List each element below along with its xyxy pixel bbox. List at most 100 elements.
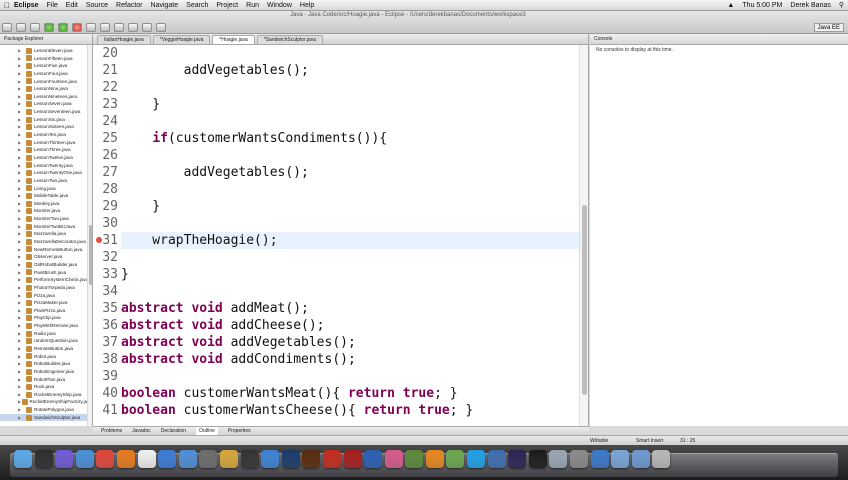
package-explorer-item[interactable]: ▶ Radio.java xyxy=(0,330,92,338)
expand-arrow-icon[interactable]: ▶ xyxy=(18,131,26,139)
package-explorer-item[interactable]: ▶ LessonThirteen.java xyxy=(0,139,92,147)
package-explorer-item[interactable]: ▶ LessonTen.java xyxy=(0,131,92,139)
package-explorer-item[interactable]: ▶ PaintBrush.java xyxy=(0,269,92,277)
expand-arrow-icon[interactable]: ▶ xyxy=(18,314,26,322)
terminal-icon[interactable] xyxy=(528,450,547,468)
keychain-icon[interactable] xyxy=(570,450,589,468)
expand-arrow-icon[interactable]: ▶ xyxy=(18,368,26,376)
expand-arrow-icon[interactable]: ▶ xyxy=(18,299,26,307)
eclipse-icon[interactable] xyxy=(508,450,527,468)
itunes-icon[interactable] xyxy=(158,450,177,468)
menu-refactor[interactable]: Refactor xyxy=(116,0,142,11)
package-explorer-item[interactable]: ▶ LessonFive.java xyxy=(0,62,92,70)
expand-arrow-icon[interactable]: ▶ xyxy=(18,376,26,384)
code-line[interactable]: boolean customerWantsCheese(){ return tr… xyxy=(121,402,473,419)
expand-arrow-icon[interactable]: ▶ xyxy=(18,215,26,223)
expand-arrow-icon[interactable]: ▶ xyxy=(18,322,26,330)
minecraft-icon[interactable] xyxy=(405,450,424,468)
package-explorer-item[interactable]: ▶ PlainPizza.java xyxy=(0,307,92,315)
expand-arrow-icon[interactable]: ▶ xyxy=(18,383,26,391)
package-explorer-item[interactable]: ▶ LessonNineteen.java xyxy=(0,93,92,101)
package-explorer-item[interactable]: ▶ RocketEnemyShip.java xyxy=(0,391,92,399)
package-explorer-item[interactable]: ▶ OldRobotBuilder.java xyxy=(0,261,92,269)
acrobat-icon[interactable] xyxy=(322,450,341,468)
app-store-icon[interactable] xyxy=(261,450,280,468)
forward-icon[interactable] xyxy=(156,23,166,32)
external-tools-icon[interactable] xyxy=(72,23,82,32)
skype-icon[interactable] xyxy=(467,450,486,468)
code-line[interactable]: abstract void addCheese(); xyxy=(121,317,325,334)
package-explorer-item[interactable]: ▶ Monster.java xyxy=(0,207,92,215)
expand-arrow-icon[interactable]: ▶ xyxy=(18,307,26,315)
package-explorer-item[interactable]: ▶ MonsterTwo.java xyxy=(0,215,92,223)
package-explorer-item[interactable]: ▶ MonsterTwoBUJava xyxy=(0,223,92,231)
package-explorer-item[interactable]: ▶ LessonTwelve.java xyxy=(0,154,92,162)
firefox-icon[interactable] xyxy=(116,450,135,468)
code-line[interactable]: wrapTheHoagie(); xyxy=(121,232,277,249)
new-icon[interactable] xyxy=(2,23,12,32)
expand-arrow-icon[interactable]: ▶ xyxy=(18,146,26,154)
package-explorer-item[interactable]: ▶ Observer.java xyxy=(0,253,92,261)
menu-project[interactable]: Project xyxy=(216,0,238,11)
menu-search[interactable]: Search xyxy=(186,0,208,11)
mission-control-icon[interactable] xyxy=(55,450,74,468)
search-icon[interactable] xyxy=(128,23,138,32)
code-line[interactable]: abstract void addVegetables(); xyxy=(121,334,356,351)
package-explorer-scrollbar[interactable] xyxy=(87,45,92,426)
perspective-java-ee[interactable]: Java EE xyxy=(813,23,844,32)
expand-arrow-icon[interactable]: ▶ xyxy=(18,353,26,361)
expand-arrow-icon[interactable]: ▶ xyxy=(18,391,26,399)
expand-arrow-icon[interactable]: ▶ xyxy=(18,47,26,55)
editor-tab[interactable]: *Hoagie.java xyxy=(212,35,255,44)
code-line[interactable]: addVegetables(); xyxy=(121,62,309,79)
package-explorer-item[interactable]: ▶ LessonTwentyOne.java xyxy=(0,169,92,177)
package-explorer-item[interactable]: ▶ RemoteButton.java xyxy=(0,345,92,353)
code-line[interactable]: boolean customerWantsMeat(){ return true… xyxy=(121,385,458,402)
package-explorer-item[interactable]: ▶ RobotPlan.java xyxy=(0,376,92,384)
package-explorer-item[interactable]: ▶ Mozzarella.java xyxy=(0,230,92,238)
photoshop-icon[interactable] xyxy=(281,450,300,468)
safari-icon[interactable] xyxy=(75,450,94,468)
package-explorer-item[interactable]: ▶ LessonFourteen.java xyxy=(0,78,92,86)
editor-tab[interactable]: ItalianHoagie.java xyxy=(97,35,151,44)
expand-arrow-icon[interactable]: ▶ xyxy=(18,93,26,101)
expand-arrow-icon[interactable]: ▶ xyxy=(18,330,26,338)
run-icon[interactable] xyxy=(58,23,68,32)
expand-arrow-icon[interactable]: ▶ xyxy=(18,154,26,162)
package-explorer-item[interactable]: ▶ MobileTable.java xyxy=(0,192,92,200)
calendar-icon[interactable] xyxy=(137,450,156,468)
editor-scrollbar[interactable] xyxy=(579,45,588,426)
package-explorer-item[interactable]: ▶ PlayClip.java xyxy=(0,314,92,322)
save-icon[interactable] xyxy=(16,23,26,32)
expand-arrow-icon[interactable]: ▶ xyxy=(18,246,26,254)
code-line[interactable]: abstract void addMeat(); xyxy=(121,300,309,317)
dashboard-icon[interactable] xyxy=(34,450,53,468)
package-explorer-item[interactable]: ▶ LessonSeven.java xyxy=(0,100,92,108)
menu-run[interactable]: Run xyxy=(246,0,259,11)
documents-icon[interactable] xyxy=(611,450,630,468)
menu-navigate[interactable]: Navigate xyxy=(151,0,179,11)
code-line[interactable]: } xyxy=(121,198,160,215)
package-explorer-item[interactable]: ▶ Living.java xyxy=(0,185,92,193)
wifi-icon[interactable]: ▲ xyxy=(727,0,734,11)
expand-arrow-icon[interactable]: ▶ xyxy=(18,230,26,238)
expand-arrow-icon[interactable]: ▶ xyxy=(18,238,26,246)
view-tab-javadoc[interactable]: Javadoc xyxy=(132,427,151,435)
expand-arrow-icon[interactable]: ▶ xyxy=(18,269,26,277)
expand-arrow-icon[interactable]: ▶ xyxy=(18,169,26,177)
imovie-icon[interactable] xyxy=(199,450,218,468)
view-tab-declaration[interactable]: Declaration xyxy=(161,427,186,435)
package-explorer-item[interactable]: ▶ LessonFifteen.java xyxy=(0,55,92,63)
expand-arrow-icon[interactable]: ▶ xyxy=(18,200,26,208)
package-explorer-item[interactable]: ▶ MozzarellaDecorator.java xyxy=(0,238,92,246)
package-explorer-item[interactable]: ▶ LessonTwenty.java xyxy=(0,162,92,170)
package-explorer-item[interactable]: ▶ PlayWithRemote.java xyxy=(0,322,92,330)
menu-edit[interactable]: Edit xyxy=(66,0,78,11)
package-explorer-item[interactable]: ▶ Monkey.java xyxy=(0,200,92,208)
expand-arrow-icon[interactable]: ▶ xyxy=(18,108,26,116)
expand-arrow-icon[interactable]: ▶ xyxy=(18,337,26,345)
code-line[interactable]: } xyxy=(121,266,129,283)
menu-file[interactable]: File xyxy=(47,0,58,11)
new-package-icon[interactable] xyxy=(86,23,96,32)
console-header[interactable]: Console xyxy=(590,34,848,45)
